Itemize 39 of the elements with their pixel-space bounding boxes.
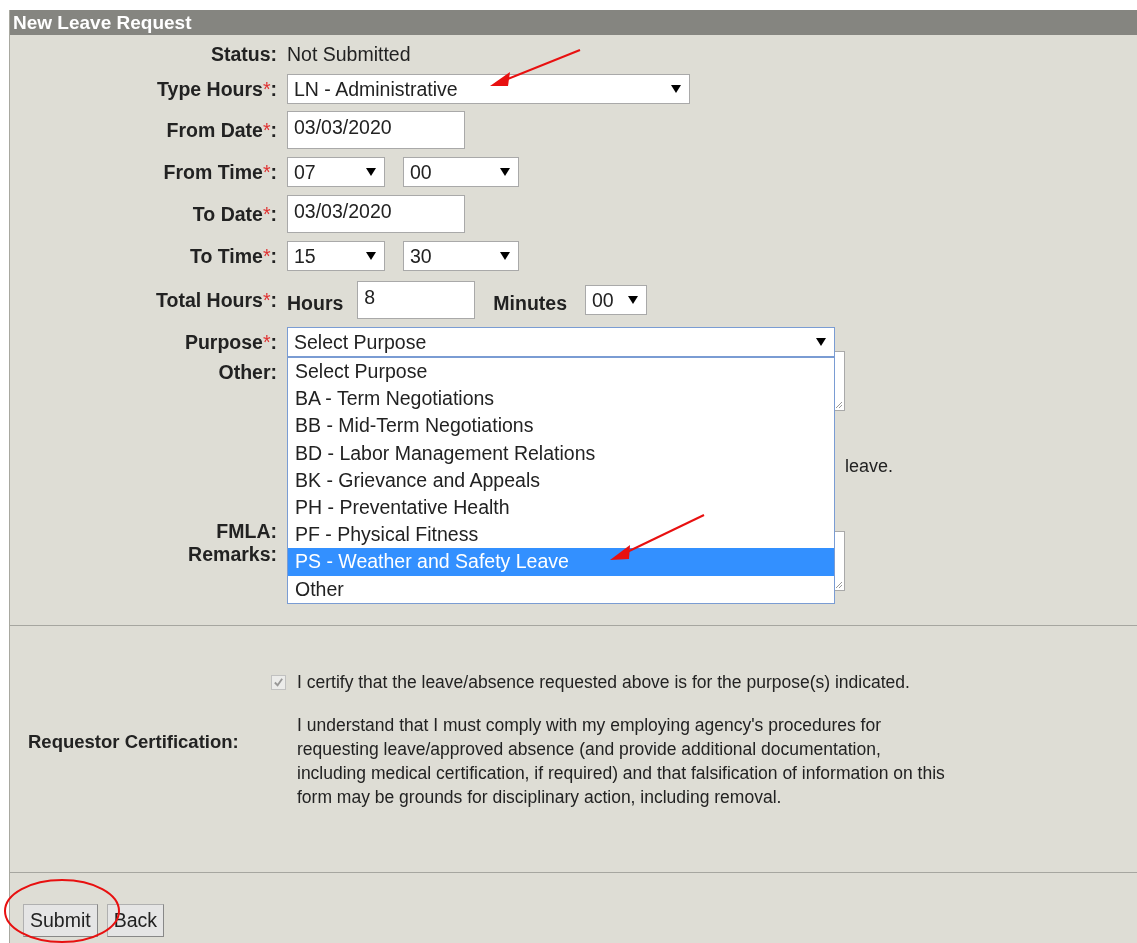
hours-field[interactable]: 8	[357, 281, 476, 319]
field-label: Remarks:	[188, 543, 277, 565]
field-label: Status:	[210, 42, 277, 65]
field-label: From Time*:	[163, 160, 277, 183]
hour-select[interactable]: 15	[287, 241, 385, 271]
minute-select[interactable]: 30	[403, 241, 519, 271]
date-field[interactable]: 03/03/2020	[287, 111, 465, 149]
dropdown-option[interactable]: PH - Preventative Health	[288, 493, 834, 522]
field-label: Total Hours*:	[156, 288, 277, 311]
field-label: To Date*:	[192, 202, 277, 225]
hours-label: Hours	[287, 291, 344, 315]
field-label: Purpose*:	[184, 330, 277, 353]
dropdown-option[interactable]: BB - Mid-Term Negotiations	[288, 412, 834, 440]
note-text: leave.	[845, 455, 894, 477]
type-hours-select[interactable]: LN - Administrative	[287, 74, 690, 104]
dropdown-option[interactable]: BA - Term Negotiations	[288, 385, 834, 413]
minutes-select[interactable]: 00	[585, 285, 647, 315]
field-label: Other:	[218, 361, 277, 383]
date-field[interactable]: 03/03/2020	[287, 195, 465, 233]
status-value: Not Submitted	[287, 42, 411, 66]
field-label: Type Hours*:	[157, 77, 277, 100]
certification-label: Requestor Certification:	[27, 731, 240, 753]
dropdown-option[interactable]: PF - Physical Fitness	[288, 521, 834, 549]
hour-select[interactable]: 07	[287, 157, 385, 187]
submit-button[interactable]: Submit	[23, 904, 98, 937]
field-label: To Time*:	[189, 244, 277, 267]
dropdown-option[interactable]: BD - Labor Management Relations	[288, 439, 834, 467]
field-label: From Date*:	[166, 118, 277, 141]
minute-select[interactable]: 00	[403, 157, 519, 187]
field-label: FMLA:	[216, 520, 277, 542]
certify-statement: I certify that the leave/absence requested above is for the purpose(s) indicated.	[297, 671, 910, 693]
dropdown-option[interactable]: Other	[288, 575, 834, 603]
dropdown-option[interactable]: BK - Grievance and Appeals	[288, 466, 834, 494]
dropdown-option[interactable]: Select Purpose	[288, 358, 834, 386]
back-button[interactable]: Back	[106, 904, 165, 937]
purpose-select[interactable]: Select Purpose	[287, 327, 835, 357]
certification-paragraph: I understand that I must comply with my employing agency's procedures for requesting leave/approved absence (and provide additional documentation, including medical certification, if required) and that falsification of information on this form may be grounds for disciplinary action, including removal.	[297, 713, 945, 809]
form-title: New Leave Request	[10, 10, 1137, 35]
minutes-label: Minutes	[493, 291, 567, 315]
